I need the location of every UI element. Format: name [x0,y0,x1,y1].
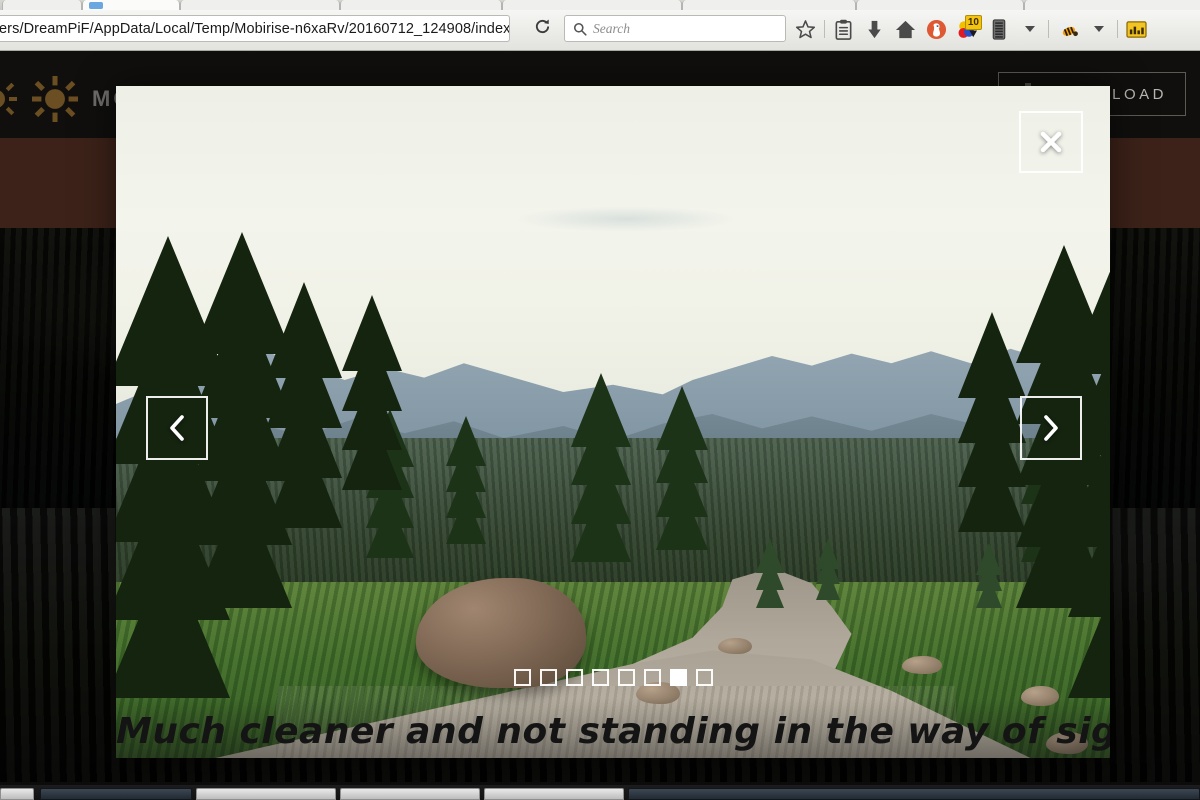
chevron-down-icon[interactable] [1014,15,1045,43]
address-bar[interactable]: ers/DreamPiF/AppData/Local/Temp/Mobirise… [0,15,510,42]
lightbox-dot-4[interactable] [591,669,609,686]
home-icon[interactable] [890,15,921,43]
bookmark-star-icon[interactable] [790,15,821,43]
browser-tab-8[interactable] [1024,0,1200,10]
os-taskbar [0,785,1200,800]
browser-tab-5[interactable] [502,0,682,10]
lightbox-close-button[interactable] [1019,111,1083,173]
lightbox-caption: Much cleaner and not standing in the way… [116,711,1110,752]
toolbar-separator-1 [824,20,825,38]
tab-favicon [89,2,103,9]
chart-icon[interactable] [1121,15,1152,43]
lightbox-modal: Much cleaner and not standing in the way… [116,86,1110,758]
browser-toolbar-icons: 10 [790,15,1152,43]
chevron-left-icon [166,413,188,443]
sun-icon-2 [32,76,78,122]
downloads-icon[interactable] [859,15,890,43]
lightbox-dot-1[interactable] [513,669,531,686]
server-icon[interactable] [983,15,1014,43]
close-icon [1038,129,1064,155]
adblock-icon[interactable]: 10 [952,15,983,43]
lightbox-prev-button[interactable] [146,396,208,460]
caret-1 [1024,26,1035,32]
address-bar-text: ers/DreamPiF/AppData/Local/Temp/Mobirise… [0,20,509,37]
taskbar-item-1[interactable] [40,788,192,800]
lightbox-dot-6[interactable] [643,669,661,686]
lightbox-dot-3[interactable] [565,669,583,686]
lightbox-dot-7[interactable] [669,669,687,686]
taskbar-item-5[interactable] [628,788,1200,800]
adblock-badge-count: 10 [964,15,982,30]
taskbar-item-3[interactable] [340,788,480,800]
taskbar-start[interactable] [0,788,34,800]
lightbox-dot-8[interactable] [695,669,713,686]
caret-2 [1093,26,1104,32]
lightbox-next-button[interactable] [1020,396,1082,460]
taskbar-item-2[interactable] [196,788,336,800]
toolbar-separator-3 [1117,20,1118,38]
browser-chrome: ers/DreamPiF/AppData/Local/Temp/Mobirise… [0,0,1200,51]
browser-tab-1[interactable] [2,0,82,10]
search-input-placeholder: Search [593,20,630,36]
reload-icon [534,18,551,40]
bee-icon[interactable] [1052,15,1083,43]
search-icon [573,22,587,36]
browser-tab-4[interactable] [340,0,502,10]
browser-tab-2[interactable] [82,0,180,10]
chevron-right-icon [1040,413,1062,443]
browser-tab-3[interactable] [180,0,340,10]
lightbox-slide-image [116,86,1110,758]
lightbox-dot-2[interactable] [539,669,557,686]
browser-navbar: ers/DreamPiF/AppData/Local/Temp/Mobirise… [0,10,1200,51]
browser-tab-7[interactable] [856,0,1024,10]
duckduckgo-icon[interactable] [921,15,952,43]
search-bar[interactable]: Search [564,15,786,42]
sun-icon [0,77,18,121]
toolbar-separator-2 [1048,20,1049,38]
taskbar-item-4[interactable] [484,788,624,800]
lightbox-dot-5[interactable] [617,669,635,686]
chevron-down-icon-2[interactable] [1083,15,1114,43]
lightbox-pagination[interactable] [116,669,1110,686]
reload-button[interactable] [520,15,564,42]
browser-tab-6[interactable] [682,0,856,10]
reading-list-icon[interactable] [828,15,859,43]
